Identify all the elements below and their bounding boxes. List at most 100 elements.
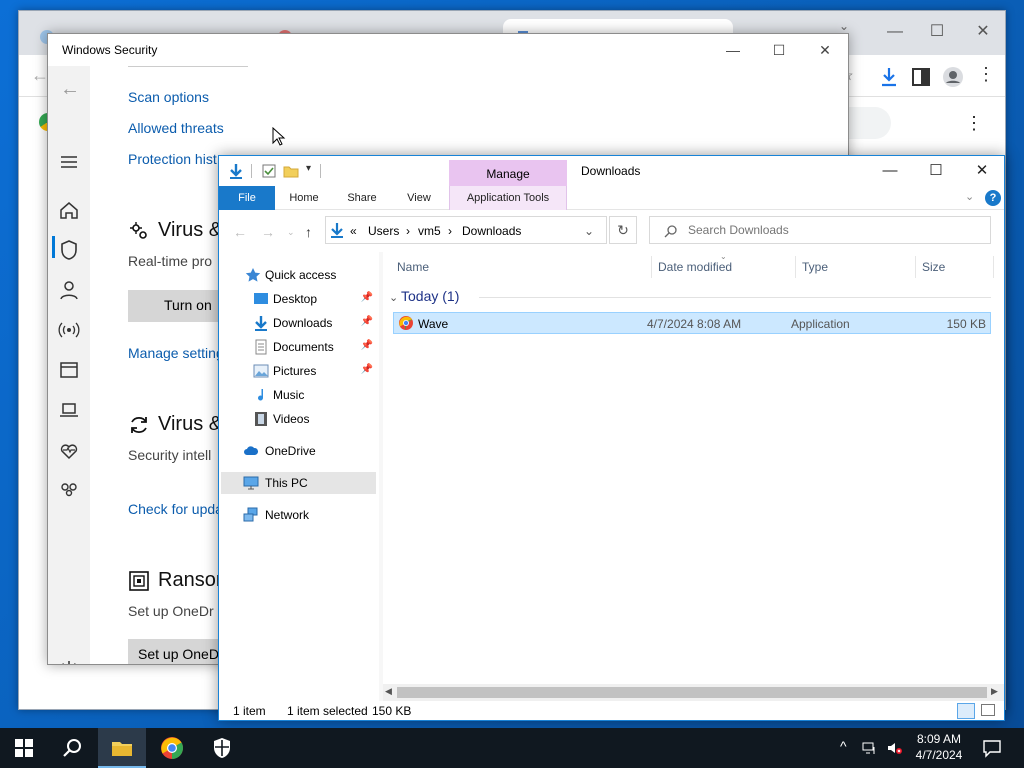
nav-pictures[interactable]: Pictures 📌	[219, 360, 379, 382]
taskbar-file-explorer[interactable]	[98, 728, 146, 768]
refresh-icon[interactable]: ↻	[609, 216, 637, 244]
breadcrumb-overflow[interactable]: «	[350, 224, 357, 238]
ribbon-tab-home[interactable]: Home	[279, 186, 329, 210]
recent-locations-icon[interactable]: ⌄	[287, 227, 295, 238]
qat-customize-icon[interactable]: ▾	[306, 163, 311, 174]
column-separator[interactable]	[795, 256, 796, 278]
show-hidden-icons-chevron-icon[interactable]: ^	[840, 738, 847, 754]
column-separator[interactable]	[651, 256, 652, 278]
pin-icon[interactable]: 📌	[361, 364, 373, 375]
setup-onedrive-button[interactable]: Set up OneD	[128, 639, 228, 664]
ribbon-tab-application-tools[interactable]: Application Tools	[449, 186, 567, 210]
explorer-maximize-button[interactable]: ☐	[913, 156, 959, 186]
breadcrumb-chevron-icon[interactable]: ›	[406, 224, 410, 238]
scan-options-link[interactable]: Scan options	[128, 89, 209, 105]
chrome-minimize-button[interactable]: —	[875, 17, 915, 47]
winsec-minimize-button[interactable]: —	[710, 34, 756, 66]
nav-network[interactable]: Network	[219, 504, 379, 526]
side-panel-icon[interactable]	[909, 65, 933, 89]
nav-music[interactable]: Music	[219, 384, 379, 406]
scroll-right-arrow-icon[interactable]: ▶	[991, 686, 998, 697]
group-collapse-chevron-icon[interactable]: ⌄	[389, 291, 398, 304]
manage-settings-link[interactable]: Manage setting	[128, 345, 224, 361]
file-row-wave[interactable]: Wave 4/7/2024 8:08 AM Application 150 KB	[393, 312, 991, 334]
download-icon[interactable]	[877, 65, 901, 89]
ribbon-expand-icon[interactable]: ⌄	[965, 190, 974, 203]
breadcrumb-vm5[interactable]: vm5	[418, 224, 441, 238]
taskbar-chrome[interactable]	[148, 728, 196, 768]
column-header-type[interactable]: Type	[802, 260, 828, 274]
taskbar-windows-security[interactable]	[198, 728, 246, 768]
column-header-size[interactable]: Size	[922, 260, 945, 274]
column-header-name[interactable]: Name	[397, 260, 429, 274]
device-security-icon[interactable]	[57, 398, 81, 422]
winsec-back-icon[interactable]: ←	[60, 78, 80, 101]
protection-history-link[interactable]: Protection hist	[128, 151, 217, 167]
chrome-close-button[interactable]: ✕	[963, 17, 1003, 47]
column-separator[interactable]	[915, 256, 916, 278]
nav-documents[interactable]: Documents 📌	[219, 336, 379, 358]
system-clock[interactable]: 8:09 AM 4/7/2024	[904, 731, 974, 763]
pin-icon[interactable]: 📌	[361, 316, 373, 327]
new-folder-icon[interactable]	[283, 163, 299, 179]
breadcrumb-users[interactable]: Users	[368, 224, 399, 238]
app-browser-control-icon[interactable]	[57, 358, 81, 382]
network-tray-icon[interactable]	[862, 740, 878, 756]
column-header-date[interactable]: Date modified	[658, 260, 732, 274]
nav-this-pc[interactable]: This PC	[221, 472, 376, 494]
nav-desktop[interactable]: Desktop 📌	[219, 288, 379, 310]
scroll-left-arrow-icon[interactable]: ◀	[385, 686, 392, 697]
details-view-icon[interactable]	[957, 703, 975, 719]
check-for-updates-link[interactable]: Check for upda	[128, 501, 223, 517]
winsec-close-button[interactable]: ✕	[802, 34, 848, 66]
taskbar-search-button[interactable]	[48, 728, 96, 768]
menu-icon[interactable]	[57, 150, 81, 174]
pin-icon[interactable]: 📌	[361, 292, 373, 303]
account-icon[interactable]	[57, 278, 81, 302]
forward-arrow-icon[interactable]: →	[261, 224, 275, 240]
notification-center-icon[interactable]	[982, 738, 1002, 758]
nav-quick-access[interactable]: Quick access	[219, 264, 379, 286]
horizontal-scrollbar[interactable]: ◀ ▶	[383, 684, 1004, 701]
ribbon-tab-file[interactable]: File	[219, 186, 275, 210]
explorer-minimize-button[interactable]: —	[867, 156, 913, 186]
group-today-label[interactable]: Today (1)	[401, 288, 459, 304]
ribbon-tab-view[interactable]: View	[395, 186, 443, 210]
shield-icon[interactable]	[57, 238, 81, 262]
scrollbar-thumb[interactable]	[397, 687, 987, 698]
family-options-icon[interactable]	[57, 478, 81, 502]
nav-downloads[interactable]: Downloads 📌	[219, 312, 379, 334]
search-input[interactable]	[688, 222, 978, 238]
back-arrow-icon[interactable]: ←	[233, 224, 247, 240]
explorer-close-button[interactable]: ✕	[959, 156, 1004, 186]
breadcrumb-downloads[interactable]: Downloads	[462, 224, 521, 238]
home-icon[interactable]	[57, 198, 81, 222]
ribbon-tab-share[interactable]: Share	[337, 186, 387, 210]
device-health-icon[interactable]	[57, 438, 81, 462]
up-arrow-icon[interactable]: ↑	[305, 224, 312, 240]
chrome-page-menu-icon[interactable]: ⋮	[965, 113, 983, 134]
pin-icon[interactable]: 📌	[361, 340, 373, 351]
chrome-tab-search-icon[interactable]: ⌄	[839, 19, 849, 33]
help-icon[interactable]: ?	[985, 190, 1001, 206]
search-box[interactable]	[649, 216, 991, 244]
turn-on-button[interactable]: Turn on	[128, 290, 228, 322]
nav-videos[interactable]: Videos	[219, 408, 379, 430]
volume-muted-icon[interactable]	[886, 740, 902, 756]
breadcrumb-chevron-icon[interactable]: ›	[448, 224, 452, 238]
profile-avatar-icon[interactable]	[941, 65, 965, 89]
settings-gear-icon[interactable]	[57, 658, 81, 665]
manage-tab[interactable]: Manage	[449, 160, 567, 186]
allowed-threats-link[interactable]: Allowed threats	[128, 120, 224, 136]
start-button[interactable]	[0, 728, 48, 768]
file-explorer-window[interactable]: ▾ Manage Downloads — ☐ ✕ File Home Share…	[218, 155, 1005, 721]
chrome-maximize-button[interactable]: ☐	[917, 17, 957, 47]
firewall-network-icon[interactable]	[57, 318, 81, 342]
large-icons-view-icon[interactable]	[981, 704, 995, 716]
column-separator[interactable]	[993, 256, 994, 278]
address-dropdown-icon[interactable]: ⌄	[584, 224, 594, 238]
winsec-maximize-button[interactable]: ☐	[756, 34, 802, 66]
properties-check-icon[interactable]	[261, 163, 277, 179]
chrome-menu-icon[interactable]: ⋮	[977, 65, 995, 83]
nav-onedrive[interactable]: OneDrive	[219, 440, 379, 462]
